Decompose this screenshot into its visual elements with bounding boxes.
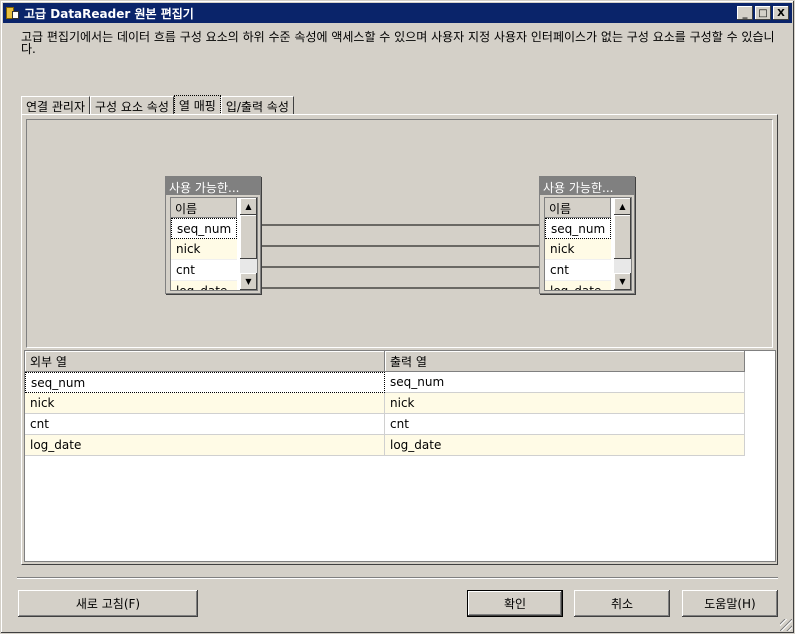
table-cell[interactable]: seq_num <box>25 372 385 393</box>
list-item[interactable]: cnt <box>171 260 237 281</box>
list-item[interactable]: cnt <box>545 260 611 281</box>
table-cell[interactable]: nick <box>385 393 745 414</box>
app-icon <box>6 6 20 20</box>
mapping-lines <box>261 223 543 290</box>
scroll-thumb[interactable] <box>240 215 257 259</box>
list-header: 이름 <box>545 198 611 218</box>
box-title: 사용 가능한... <box>166 177 260 195</box>
column-list[interactable]: 이름 seq_num nick cnt log_date ▲ ▼ <box>544 197 632 291</box>
tab-column-mappings[interactable]: 열 매핑 <box>173 95 221 115</box>
list-item[interactable]: log_date <box>171 281 237 290</box>
vertical-scrollbar[interactable]: ▲ ▼ <box>614 198 631 290</box>
available-output-columns-box: 사용 가능한... 이름 seq_num nick cnt log_date ▲… <box>539 176 635 294</box>
list-item[interactable]: seq_num <box>545 218 611 239</box>
table-cell[interactable]: log_date <box>25 435 385 456</box>
list-item[interactable]: log_date <box>545 281 611 290</box>
scroll-up-icon[interactable]: ▲ <box>240 198 257 215</box>
table-row[interactable]: seq_num seq_num <box>25 372 745 393</box>
close-button[interactable]: X <box>773 6 789 20</box>
scroll-down-icon[interactable]: ▼ <box>240 273 257 290</box>
scroll-up-icon[interactable]: ▲ <box>614 198 631 215</box>
mapping-grid: 외부 열 출력 열 seq_num seq_num nick nick cnt … <box>24 350 776 562</box>
tab-component-properties[interactable]: 구성 요소 속성 <box>90 96 174 115</box>
minimize-button[interactable]: _ <box>737 6 753 20</box>
available-input-columns-box: 사용 가능한... 이름 seq_num nick cnt log_date ▲… <box>165 176 261 294</box>
refresh-button[interactable]: 새로 고침(F) <box>18 590 198 617</box>
table-row[interactable]: log_date log_date <box>25 435 745 456</box>
help-button[interactable]: 도움말(H) <box>682 590 778 617</box>
list-item[interactable]: nick <box>171 239 237 260</box>
title-bar: 고급 DataReader 원본 편집기 _ □ X <box>3 3 792 23</box>
table-row[interactable]: nick nick <box>25 393 745 414</box>
window-title: 고급 DataReader 원본 편집기 <box>24 6 194 21</box>
ok-button[interactable]: 확인 <box>467 590 563 617</box>
tab-connection-managers[interactable]: 연결 관리자 <box>21 96 91 115</box>
tab-strip: 연결 관리자 구성 요소 속성 열 매핑 입/출력 속성 <box>21 95 294 115</box>
mapping-canvas: 사용 가능한... 이름 seq_num nick cnt log_date ▲… <box>26 119 773 348</box>
table-cell[interactable]: cnt <box>25 414 385 435</box>
vertical-scrollbar[interactable]: ▲ ▼ <box>240 198 257 290</box>
list-item[interactable]: seq_num <box>171 218 237 239</box>
list-item[interactable]: nick <box>545 239 611 260</box>
maximize-button[interactable]: □ <box>755 6 771 20</box>
list-header: 이름 <box>171 198 237 218</box>
column-mappings-panel: 사용 가능한... 이름 seq_num nick cnt log_date ▲… <box>21 114 778 565</box>
table-cell[interactable]: cnt <box>385 414 745 435</box>
scroll-down-icon[interactable]: ▼ <box>614 273 631 290</box>
column-list[interactable]: 이름 seq_num nick cnt log_date ▲ ▼ <box>170 197 258 291</box>
box-title: 사용 가능한... <box>540 177 634 195</box>
resize-grip-icon[interactable] <box>780 619 792 631</box>
tab-input-output-properties[interactable]: 입/출력 속성 <box>220 96 294 115</box>
separator <box>17 577 778 579</box>
cancel-button[interactable]: 취소 <box>574 590 670 617</box>
table-row[interactable]: cnt cnt <box>25 414 745 435</box>
grid-header-row: 외부 열 출력 열 <box>25 351 745 372</box>
column-header-output[interactable]: 출력 열 <box>385 351 745 372</box>
scroll-thumb[interactable] <box>614 215 631 259</box>
table-cell[interactable]: seq_num <box>385 372 745 393</box>
table-cell[interactable]: nick <box>25 393 385 414</box>
advanced-editor-window: 고급 DataReader 원본 편집기 _ □ X 고급 편집기에서는 데이터… <box>0 0 795 634</box>
column-header-external[interactable]: 외부 열 <box>25 351 385 372</box>
description-text: 고급 편집기에서는 데이터 흐름 구성 요소의 하위 수준 속성에 액세스할 수… <box>21 30 775 56</box>
table-cell[interactable]: log_date <box>385 435 745 456</box>
